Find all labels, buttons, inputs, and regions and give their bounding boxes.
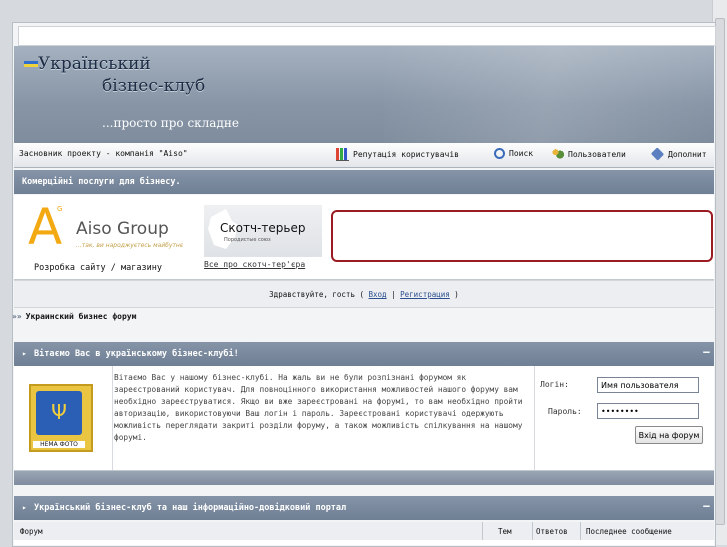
- users-icon: [551, 148, 564, 160]
- site-slogan: ...просто про складне: [102, 116, 239, 130]
- col-topics: Тем: [498, 527, 512, 536]
- nav-reputation[interactable]: Репутація користувачів: [336, 148, 459, 161]
- nav-search-label: Поиск: [509, 149, 534, 158]
- site-header: Український бізнес-клуб ...просто про ск…: [14, 46, 714, 143]
- aiso-caption[interactable]: Розробка сайту / магазину: [34, 263, 162, 273]
- welcome-divider: |: [386, 290, 401, 299]
- nav-help[interactable]: Дополнит: [650, 147, 707, 161]
- emblem-label: НЕМА ФОТО: [33, 441, 85, 448]
- logo-line-1[interactable]: Український: [38, 54, 151, 74]
- scrollbar-thumb[interactable]: [715, 18, 725, 525]
- password-input[interactable]: [597, 403, 699, 419]
- nav-reputation-label: Репутація користувачів: [353, 150, 459, 159]
- intro-section-header: ▸ Вітаємо Вас в українському бізнес-клуб…: [14, 342, 714, 366]
- scotch-banner[interactable]: Скотч-терьер Породистые союз: [204, 205, 322, 257]
- help-icon: [650, 147, 665, 161]
- scotch-banner-title: Скотч-терьер: [220, 221, 306, 235]
- table-row: [14, 540, 714, 545]
- logo-line-2[interactable]: бізнес-клуб: [102, 76, 205, 96]
- forum-section-header: ▸ Український бізнес-клуб та наш інформа…: [14, 496, 714, 520]
- trident-icon: Ψ: [51, 400, 67, 424]
- col-replies: Ответов: [536, 527, 568, 536]
- nav-users-label: Пользователи: [568, 149, 626, 159]
- aiso-logo-sup: G: [57, 205, 63, 213]
- section-footer-strip: [14, 471, 714, 485]
- top-navbar: Засновник проекту - компанія "Aiso" Репу…: [14, 143, 714, 168]
- ad-section-title: Комерційні послуги для бізнесу.: [22, 177, 181, 187]
- forum-arrow-icon: ▸: [22, 503, 27, 512]
- intro-title: Вітаємо Вас в українському бізнес-клубі!: [34, 349, 239, 359]
- nav-users[interactable]: Пользователи: [551, 148, 626, 160]
- founder-text: Засновник проекту - компанія "Aiso": [19, 149, 188, 158]
- red-ad-banner[interactable]: [331, 210, 713, 262]
- breadcrumb: »» Украинский бизнес форум: [12, 312, 136, 321]
- ad-box: A G Aiso Group ...так, ви народжуєтесь м…: [14, 195, 714, 280]
- login-form: Логін: Пароль: Вхід на форум: [534, 366, 715, 470]
- flag-icon: [24, 61, 38, 67]
- ad-section-header: Комерційні послуги для бізнесу.: [14, 170, 714, 194]
- collapse-icon[interactable]: −: [703, 345, 710, 359]
- welcome-suffix: ): [449, 290, 459, 299]
- col-divider: [580, 522, 581, 540]
- password-label: Пароль:: [548, 407, 582, 416]
- emblem-cell: Ψ НЕМА ФОТО: [14, 366, 113, 470]
- col-divider: [482, 522, 483, 540]
- aiso-logo-name: Aiso Group: [76, 219, 169, 239]
- breadcrumb-bullet-icon: »»: [12, 312, 22, 321]
- register-link[interactable]: Регистрация: [400, 290, 450, 299]
- chart-icon: [336, 148, 349, 161]
- col-last-post: Последнее сообщение: [586, 527, 672, 536]
- login-input[interactable]: [597, 377, 699, 393]
- nav-help-label: Дополнит: [668, 149, 707, 159]
- search-icon: [494, 148, 505, 159]
- breadcrumb-link[interactable]: Украинский бизнес форум: [26, 312, 137, 321]
- welcome-prefix: Здравствуйте, гость (: [269, 290, 369, 299]
- intro-panel: Ψ НЕМА ФОТО Вітаємо Вас у нашому бізнес-…: [14, 366, 714, 471]
- scotch-caption-link[interactable]: Все про скотч-тер'єра: [204, 260, 305, 269]
- forum-table-header: Форум Тем Ответов Последнее сообщение: [14, 522, 714, 541]
- top-strip: [18, 26, 716, 46]
- arrow-icon: ▸: [22, 349, 27, 358]
- col-divider: [532, 522, 533, 540]
- welcome-bar: Здравствуйте, гость ( Вход | Регистрация…: [14, 280, 714, 308]
- intro-text: Вітаємо Вас у нашому бізнес-клубі. На жа…: [114, 373, 523, 442]
- aiso-logo[interactable]: A G Aiso Group ...так, ви народжуєтесь м…: [24, 201, 209, 259]
- emblem-image: Ψ НЕМА ФОТО: [29, 384, 93, 452]
- login-submit-button[interactable]: Вхід на форум: [635, 426, 703, 444]
- aiso-logo-tagline: ...так, ви народжуєтесь майбутнє: [76, 242, 184, 249]
- forum-section-title: Український бізнес-клуб та наш інформаці…: [34, 503, 347, 513]
- emblem-shield: Ψ: [36, 391, 82, 435]
- scotch-banner-subtitle: Породистые союз: [224, 237, 271, 243]
- login-link[interactable]: Вход: [369, 290, 387, 299]
- col-forum: Форум: [20, 527, 43, 536]
- forum-collapse-icon[interactable]: −: [703, 499, 710, 513]
- header-shine: [384, 46, 714, 143]
- nav-search[interactable]: Поиск: [494, 148, 533, 159]
- login-label: Логін:: [540, 380, 569, 389]
